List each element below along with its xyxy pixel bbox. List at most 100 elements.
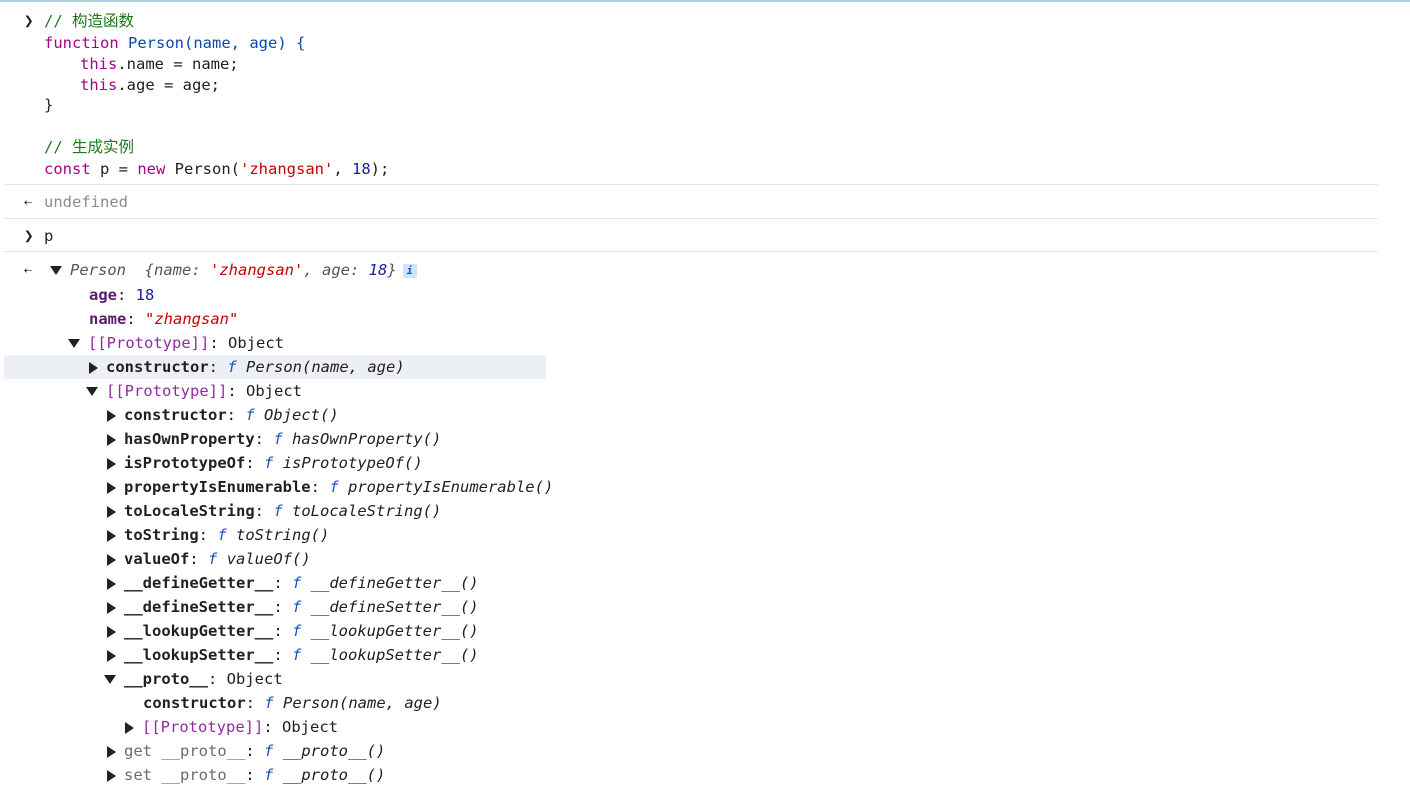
function-icon: f: [291, 598, 302, 616]
expand-triangle-down-icon[interactable]: [68, 339, 80, 348]
proto-inner-prototype[interactable]: [[Prototype]]: Object: [125, 717, 338, 739]
input-prompt-chevron-icon: ❯: [24, 11, 34, 30]
function-icon: f: [245, 406, 255, 424]
code-text: .name = name;: [117, 55, 239, 73]
prototype-type: : Object: [209, 334, 284, 352]
prototype-member-row[interactable]: valueOf: f valueOf(): [107, 549, 311, 571]
function-signature: toLocaleString(): [292, 502, 442, 520]
info-icon[interactable]: i: [402, 263, 417, 278]
function-signature: __defineSetter__(): [310, 598, 479, 616]
expand-triangle-down-icon[interactable]: [50, 266, 62, 275]
function-icon: f: [264, 454, 274, 472]
proto-accessor-node[interactable]: __proto__: Object: [104, 669, 283, 691]
prototype-label: [[Prototype]]: [142, 718, 264, 736]
expand-triangle-right-icon[interactable]: [107, 409, 116, 422]
prototype-member-row[interactable]: constructor: f Object(): [107, 405, 339, 427]
getter-proto-row[interactable]: get __proto__: f __proto__(): [107, 741, 385, 763]
expand-triangle-right-icon[interactable]: [107, 433, 116, 446]
function-icon: f: [208, 550, 218, 568]
expand-triangle-right-icon[interactable]: [107, 481, 116, 494]
code-line-this-age: this.age = age;: [80, 75, 220, 95]
prop-key: get __proto__: [124, 742, 246, 760]
expand-triangle-down-icon[interactable]: [86, 387, 98, 396]
object-header-person[interactable]: Person {name: 'zhangsan', age: 18} i: [50, 260, 417, 282]
code-line-const: const p = new Person('zhangsan', 18);: [44, 159, 389, 179]
function-signature: toString(): [236, 526, 330, 544]
expand-triangle-right-icon[interactable]: [107, 577, 116, 590]
code-text: );: [370, 160, 390, 178]
prototype-member-row[interactable]: toString: f toString(): [107, 525, 329, 547]
code-fn-params: (name, age) {: [184, 34, 306, 52]
prop-key: constructor: [143, 694, 246, 712]
prototype-member-row[interactable]: propertyIsEnumerable: f propertyIsEnumer…: [107, 477, 553, 499]
code-text: }: [44, 96, 54, 114]
function-signature: __lookupGetter__(): [310, 622, 479, 640]
expand-triangle-right-icon[interactable]: [107, 529, 116, 542]
code-text: .age = age;: [117, 76, 220, 94]
expand-triangle-right-icon[interactable]: [89, 361, 98, 374]
function-icon: f: [329, 478, 339, 496]
prototype-node-object[interactable]: [[Prototype]]: Object: [86, 381, 302, 403]
object-preview: {name: 'zhangsan', age: 18}: [144, 261, 397, 279]
function-signature: __lookupSetter__(): [310, 646, 479, 664]
prototype-member-row[interactable]: __defineGetter__: f __defineGetter__(): [107, 573, 479, 595]
prop-key: __lookupGetter__: [124, 622, 274, 640]
message-divider: [4, 251, 1378, 252]
code-keyword-this: this: [80, 55, 118, 73]
prop-key: __proto__: [124, 670, 208, 688]
function-signature: Person(name, age): [283, 694, 442, 712]
prototype-type: : Object: [208, 670, 283, 688]
code-comment: // 构造函数: [44, 12, 134, 30]
input-prompt-chevron-icon: ❯: [24, 226, 34, 245]
expand-triangle-right-icon[interactable]: [107, 745, 116, 758]
function-signature: valueOf(): [226, 550, 311, 568]
setter-proto-row[interactable]: set __proto__: f __proto__(): [107, 765, 385, 787]
prop-key: toLocaleString: [124, 502, 255, 520]
function-signature: propertyIsEnumerable(): [348, 478, 554, 496]
expand-triangle-right-icon[interactable]: [107, 769, 116, 782]
code-text: p =: [90, 160, 138, 178]
expand-triangle-right-icon[interactable]: [125, 721, 134, 734]
code-text: Person(: [165, 160, 240, 178]
function-signature: isPrototypeOf(): [282, 454, 423, 472]
function-signature: __defineGetter__(): [310, 574, 479, 592]
prototype-member-row[interactable]: toLocaleString: f toLocaleString(): [107, 501, 441, 523]
prop-key: constructor: [124, 406, 227, 424]
code-line-function: function Person(name, age) {: [44, 33, 305, 53]
expand-triangle-right-icon[interactable]: [107, 553, 116, 566]
prototype-label: [[Prototype]]: [88, 334, 210, 352]
prototype-member-row[interactable]: __lookupGetter__: f __lookupGetter__(): [107, 621, 479, 643]
function-signature: Object(): [264, 406, 339, 424]
prototype-member-row[interactable]: hasOwnProperty: f hasOwnProperty(): [107, 429, 441, 451]
expand-triangle-down-icon[interactable]: [104, 675, 116, 684]
code-number: 18: [352, 160, 371, 178]
prototype-member-row[interactable]: isPrototypeOf: f isPrototypeOf(): [107, 453, 423, 475]
expand-triangle-right-icon[interactable]: [107, 505, 116, 518]
function-icon: f: [273, 430, 283, 448]
expand-triangle-right-icon[interactable]: [107, 601, 116, 614]
prototype-constructor-row[interactable]: constructor: f Person(name, age): [89, 357, 405, 379]
prop-name: name: "zhangsan": [89, 310, 239, 328]
code-line-comment2: // 生成实例: [44, 137, 134, 157]
code-line-this-name: this.name = name;: [80, 54, 239, 74]
prop-key: propertyIsEnumerable: [124, 478, 311, 496]
prototype-node[interactable]: [[Prototype]]: Object: [68, 333, 284, 355]
expand-triangle-right-icon[interactable]: [107, 649, 116, 662]
proto-constructor-row: constructor: f Person(name, age): [143, 694, 442, 712]
function-icon: f: [264, 766, 274, 784]
message-divider: [4, 218, 1378, 219]
function-icon: f: [291, 646, 302, 664]
prototype-member-row[interactable]: __defineSetter__: f __defineSetter__(): [107, 597, 479, 619]
expand-triangle-right-icon[interactable]: [107, 625, 116, 638]
output-undefined: undefined: [44, 193, 128, 211]
code-string: 'zhangsan': [240, 160, 334, 178]
prop-key: isPrototypeOf: [124, 454, 246, 472]
expand-triangle-right-icon[interactable]: [107, 457, 116, 470]
prototype-member-row[interactable]: __lookupSetter__: f __lookupSetter__(): [107, 645, 479, 667]
code-text: ,: [333, 160, 352, 178]
function-signature: Person(name, age): [246, 358, 405, 376]
function-icon: f: [227, 358, 237, 376]
prototype-type: : Object: [227, 382, 302, 400]
function-signature: __proto__(): [282, 742, 386, 760]
function-icon: f: [264, 742, 274, 760]
